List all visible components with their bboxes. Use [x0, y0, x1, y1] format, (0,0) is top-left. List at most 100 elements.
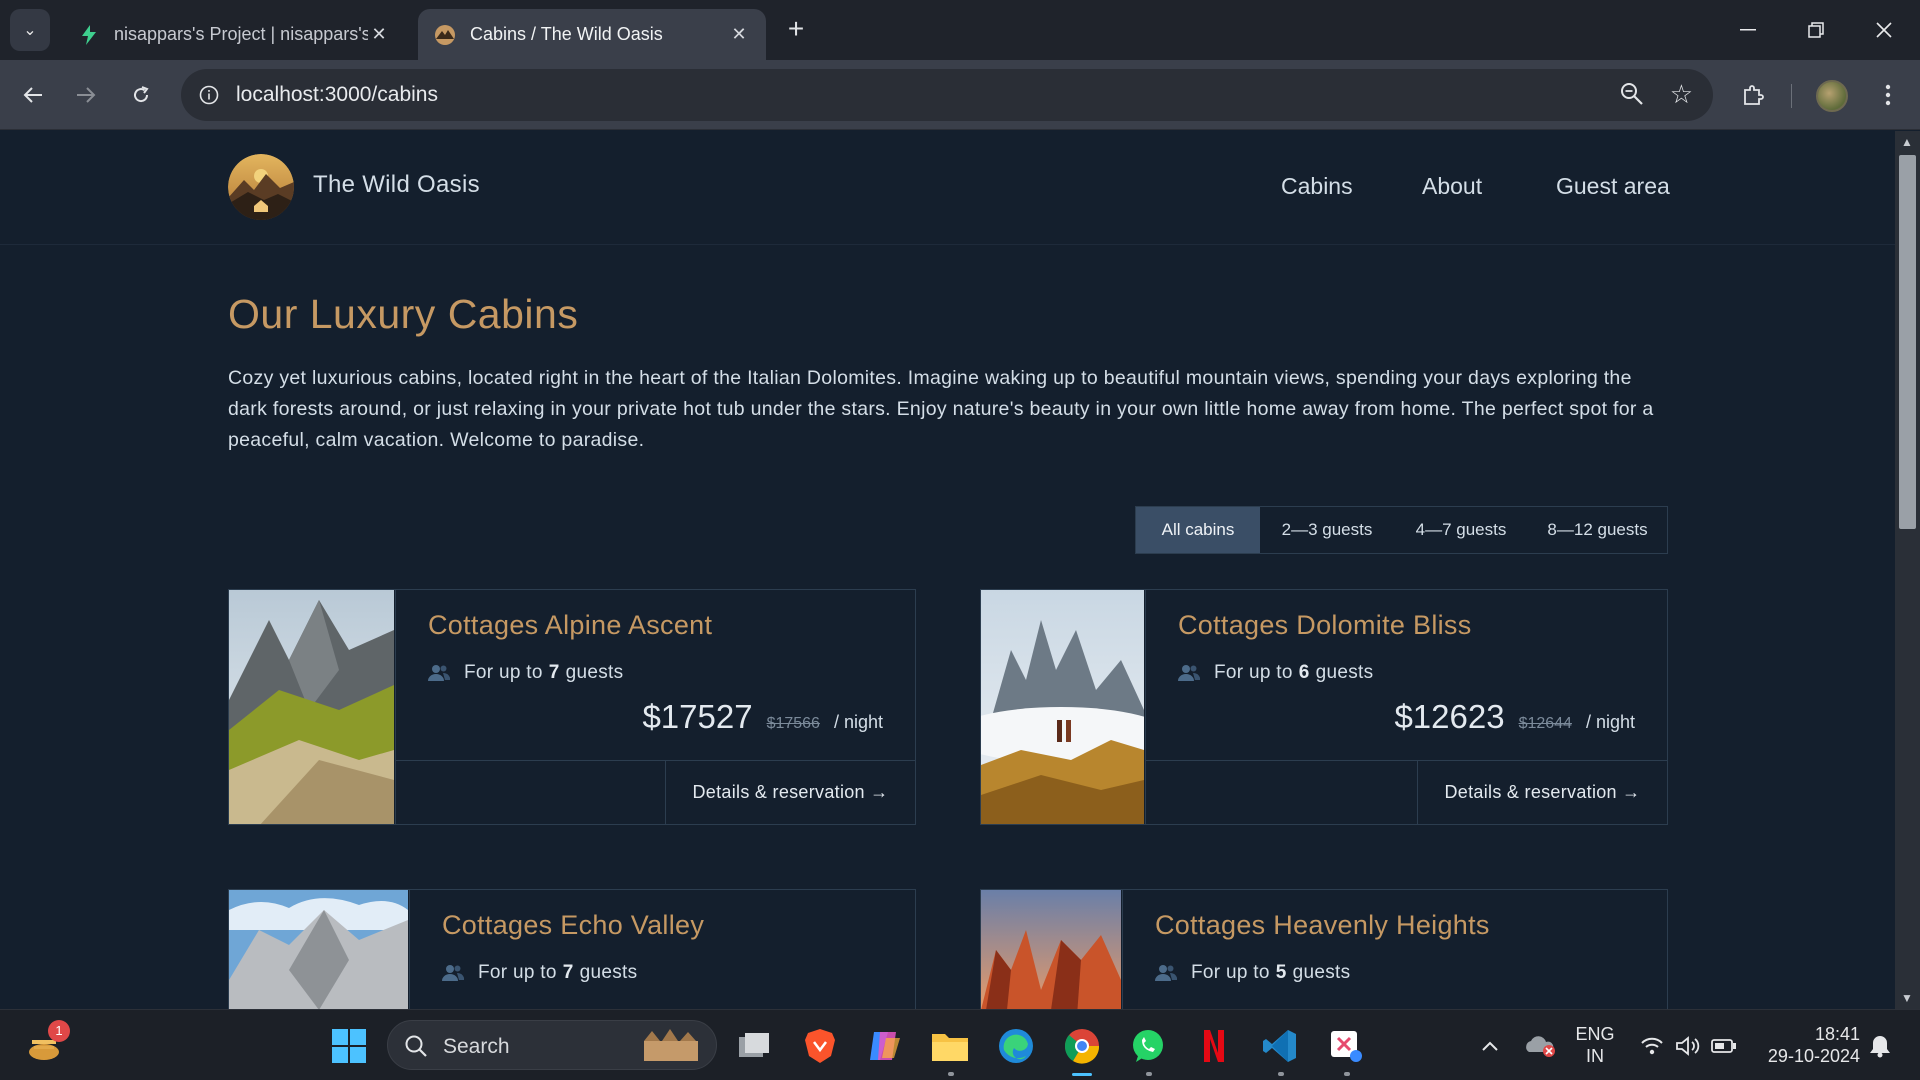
onedrive-status[interactable] — [1520, 1026, 1560, 1066]
start-button[interactable] — [329, 1026, 369, 1066]
taskbar-netflix[interactable] — [1194, 1026, 1234, 1066]
tab-cabins[interactable]: Cabins / The Wild Oasis ✕ — [418, 9, 766, 60]
cloud-error-icon — [1526, 1036, 1555, 1057]
tab-search-button[interactable]: ⌄ — [10, 9, 50, 51]
battery-status[interactable] — [1704, 1026, 1744, 1066]
search-icon — [405, 1035, 427, 1057]
taskbar-brave[interactable] — [800, 1026, 840, 1066]
taskbar-whatsapp[interactable] — [1128, 1026, 1168, 1066]
price-original: $17566 — [766, 715, 820, 732]
reload-button[interactable] — [123, 77, 159, 113]
tab-title: nisappars's Project | nisappars's — [114, 24, 368, 44]
weather-badge: 1 — [48, 1020, 70, 1042]
filter-4-7-guests[interactable]: 4—7 guests — [1394, 507, 1528, 553]
taskbar-snipping-tool[interactable] — [1326, 1026, 1366, 1066]
minimize-icon — [1740, 29, 1756, 31]
more-vertical-icon — [1885, 84, 1891, 106]
cabin-card-body: Cottages Echo Valley For up to 7 guests — [409, 890, 915, 1009]
forward-button[interactable] — [68, 77, 104, 113]
capacity-prefix: For up to — [1214, 662, 1293, 683]
window-close-button[interactable] — [1856, 10, 1912, 50]
wifi-status[interactable] — [1632, 1026, 1672, 1066]
users-icon — [442, 965, 464, 981]
users-icon — [428, 665, 450, 681]
taskbar-search[interactable]: Search — [387, 1020, 717, 1070]
filter-2-3-guests[interactable]: 2—3 guests — [1260, 507, 1394, 553]
scroll-down-arrow-icon[interactable]: ▼ — [1901, 991, 1913, 1005]
price-unit: / night — [833, 712, 883, 732]
cabin-image — [229, 890, 408, 1009]
show-hidden-icons-button[interactable] — [1470, 1026, 1510, 1066]
back-button[interactable] — [15, 77, 51, 113]
users-icon — [1178, 665, 1200, 681]
cabin-card-body: Cottages Alpine Ascent For up to 7 guest… — [395, 590, 915, 824]
restore-icon — [1808, 22, 1824, 38]
nav-cabins[interactable]: Cabins — [1281, 173, 1353, 200]
cabin-image — [981, 590, 1144, 824]
page-scrollbar[interactable]: ▲ ▼ — [1895, 131, 1920, 1009]
profile-avatar[interactable] — [1816, 80, 1848, 112]
region-code: IN — [1586, 1046, 1604, 1066]
notification-bell-icon — [1870, 1036, 1890, 1058]
volume-status[interactable] — [1668, 1026, 1708, 1066]
scroll-up-arrow-icon[interactable]: ▲ — [1901, 135, 1913, 149]
chevron-down-icon: ⌄ — [23, 22, 37, 39]
new-tab-button[interactable]: + — [780, 14, 812, 46]
logo-mountain-icon — [228, 154, 294, 220]
url-text[interactable]: localhost:3000/cabins — [236, 83, 438, 107]
close-icon[interactable]: ✕ — [368, 24, 390, 45]
page-title: Our Luxury Cabins — [228, 291, 579, 337]
taskbar-chrome[interactable] — [1062, 1026, 1102, 1066]
nav-guest-area[interactable]: Guest area — [1556, 173, 1670, 200]
extensions-button[interactable] — [1735, 77, 1771, 113]
language-code: ENG — [1575, 1024, 1615, 1044]
site-header: The Wild Oasis Cabins About Guest area — [0, 131, 1895, 245]
bookmark-star-icon[interactable]: ☆ — [1670, 80, 1693, 108]
zoom-icon[interactable] — [1619, 81, 1645, 112]
filter-8-12-guests[interactable]: 8—12 guests — [1528, 507, 1667, 553]
close-icon[interactable]: ✕ — [728, 24, 750, 45]
netflix-icon — [1204, 1030, 1224, 1062]
browser-tab-bar: ⌄ nisappars's Project | nisappars's ✕ Ca… — [0, 0, 1920, 60]
toolbar-separator — [1791, 84, 1792, 108]
site-logo[interactable] — [228, 154, 294, 220]
chrome-menu-button[interactable] — [1870, 77, 1906, 113]
vscode-icon — [1263, 1030, 1296, 1062]
minimize-button[interactable] — [1720, 10, 1776, 50]
address-bar[interactable]: localhost:3000/cabins ☆ — [181, 69, 1713, 121]
capacity-suffix: guests — [579, 962, 638, 983]
cabin-name: Cottages Alpine Ascent — [428, 610, 713, 640]
clock[interactable]: 18:41 29-10-2024 — [1754, 1023, 1860, 1067]
wild-oasis-favicon-icon — [434, 24, 456, 46]
capacity-number: 7 — [562, 962, 574, 983]
whatsapp-icon — [1133, 1030, 1163, 1062]
capacity-filter: All cabins 2—3 guests 4—7 guests 8—12 gu… — [1135, 506, 1668, 554]
filter-all-cabins[interactable]: All cabins — [1136, 507, 1260, 553]
cabin-card-footer: Details & reservation → — [1146, 760, 1667, 824]
tab-project[interactable]: nisappars's Project | nisappars's ✕ — [62, 9, 406, 60]
brand-name[interactable]: The Wild Oasis — [313, 171, 480, 199]
notifications-button[interactable] — [1860, 1026, 1900, 1066]
arrow-right-icon — [77, 87, 96, 103]
language-indicator[interactable]: ENG IN — [1574, 1023, 1616, 1067]
wifi-icon — [1641, 1037, 1663, 1055]
details-reservation-link[interactable]: Details & reservation → — [1417, 761, 1667, 824]
taskbar-edge[interactable] — [996, 1026, 1036, 1066]
scrollbar-thumb[interactable] — [1899, 155, 1916, 529]
running-indicator — [948, 1072, 954, 1076]
details-reservation-link[interactable]: Details & reservation → — [665, 761, 915, 824]
taskbar-vscode[interactable] — [1260, 1026, 1300, 1066]
cabin-price: $17527 $17566 / night — [642, 698, 883, 736]
nav-about[interactable]: About — [1422, 173, 1482, 200]
cabin-name: Cottages Echo Valley — [442, 910, 705, 940]
cabin-image — [229, 590, 394, 824]
taskbar-copilot[interactable] — [864, 1026, 904, 1066]
restore-button[interactable] — [1788, 10, 1844, 50]
task-view-button[interactable] — [734, 1026, 774, 1066]
taskbar-file-explorer[interactable] — [930, 1026, 970, 1066]
chevron-up-icon — [1482, 1041, 1498, 1051]
capacity-number: 7 — [548, 662, 560, 683]
site-info-icon[interactable] — [194, 80, 224, 110]
capacity-suffix: guests — [1315, 662, 1374, 683]
cabin-capacity: For up to 6 guests — [1178, 662, 1373, 684]
